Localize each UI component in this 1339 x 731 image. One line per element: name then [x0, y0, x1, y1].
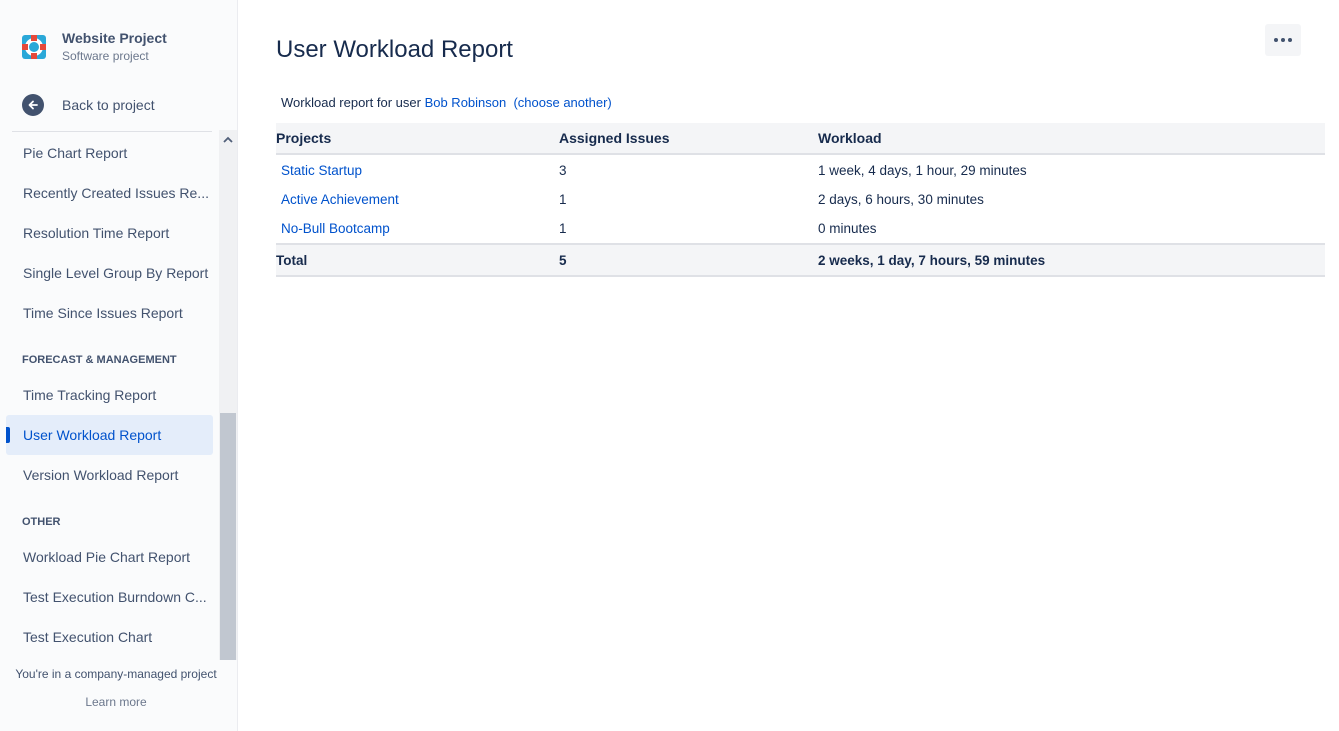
nav-item-test-execution-chart[interactable]: Test Execution Chart	[6, 617, 213, 657]
column-header-assigned-issues: Assigned Issues	[559, 123, 818, 155]
nav-item-time-since-issues-report[interactable]: Time Since Issues Report	[6, 293, 213, 333]
column-header-workload: Workload	[818, 123, 1325, 155]
total-issues: 5	[559, 243, 818, 277]
back-to-project-link[interactable]: Back to project	[22, 94, 155, 116]
total-label: Total	[276, 243, 559, 277]
project-link[interactable]: Static Startup	[281, 163, 362, 178]
project-link[interactable]: Active Achievement	[281, 192, 399, 207]
more-actions-button[interactable]	[1265, 24, 1301, 56]
more-horizontal-icon	[1274, 38, 1278, 42]
lifebuoy-icon	[22, 35, 46, 59]
project-cell: Static Startup	[276, 154, 559, 184]
table-row: No-Bull Bootcamp 1 0 minutes	[276, 214, 1325, 244]
nav-item-user-workload-report[interactable]: User Workload Report	[6, 415, 213, 455]
choose-another-link[interactable]: (choose another)	[513, 95, 611, 110]
section-heading-forecast-management: FORECAST & MANAGEMENT	[22, 354, 177, 366]
nav-item-single-level-group-by-report[interactable]: Single Level Group By Report	[6, 253, 213, 293]
nav-item-pie-chart-report[interactable]: Pie Chart Report	[6, 133, 213, 173]
table-header-row: Projects Assigned Issues Workload	[276, 123, 1325, 155]
nav-item-resolution-time-report[interactable]: Resolution Time Report	[6, 213, 213, 253]
back-to-project-label: Back to project	[62, 97, 155, 113]
project-link[interactable]: No-Bull Bootcamp	[281, 221, 390, 236]
report-intro: Workload report for user Bob Robinson (c…	[281, 95, 612, 110]
arrow-left-icon	[22, 94, 44, 116]
nav-divider	[12, 131, 212, 132]
total-row: Total 5 2 weeks, 1 day, 7 hours, 59 minu…	[276, 243, 1325, 277]
table-row: Static Startup 3 1 week, 4 days, 1 hour,…	[276, 154, 1325, 184]
chevron-up-icon[interactable]	[219, 130, 237, 148]
workload-cell: 2 days, 6 hours, 30 minutes	[818, 191, 984, 207]
issues-cell: 1	[559, 191, 567, 207]
project-type: Software project	[62, 49, 149, 63]
page-title: User Workload Report	[276, 36, 513, 63]
total-workload: 2 weeks, 1 day, 7 hours, 59 minutes	[818, 243, 1325, 277]
sidebar: Website Project Software project Back to…	[0, 0, 238, 731]
column-header-projects: Projects	[276, 123, 559, 155]
nav-item-time-tracking-report[interactable]: Time Tracking Report	[6, 375, 213, 415]
issues-cell: 3	[559, 163, 567, 178]
project-header[interactable]: Website Project Software project	[22, 30, 167, 64]
company-managed-notice: You're in a company-managed project	[15, 667, 217, 681]
nav-item-version-workload-report[interactable]: Version Workload Report	[6, 455, 213, 495]
learn-more-link[interactable]: Learn more	[0, 695, 232, 709]
project-cell: Active Achievement	[276, 184, 559, 214]
report-intro-text: Workload report for user	[281, 95, 421, 110]
project-cell: No-Bull Bootcamp	[276, 214, 559, 244]
user-link[interactable]: Bob Robinson	[425, 95, 507, 110]
section-heading-other: OTHER	[22, 516, 61, 528]
project-name: Website Project	[62, 30, 167, 46]
workload-cell: 0 minutes	[818, 221, 877, 236]
workload-table: Projects Assigned Issues Workload Static…	[276, 123, 1325, 277]
issues-cell: 1	[559, 221, 567, 236]
nav-item-workload-pie-chart-report[interactable]: Workload Pie Chart Report	[6, 537, 213, 577]
table-row: Active Achievement 1 2 days, 6 hours, 30…	[276, 184, 1325, 214]
workload-cell: 1 week, 4 days, 1 hour, 29 minutes	[818, 163, 1027, 178]
nav-item-test-execution-burndown-chart[interactable]: Test Execution Burndown C...	[6, 577, 213, 617]
nav-item-recently-created-issues-report[interactable]: Recently Created Issues Re...	[6, 173, 213, 213]
scrollbar-thumb[interactable]	[220, 413, 236, 660]
